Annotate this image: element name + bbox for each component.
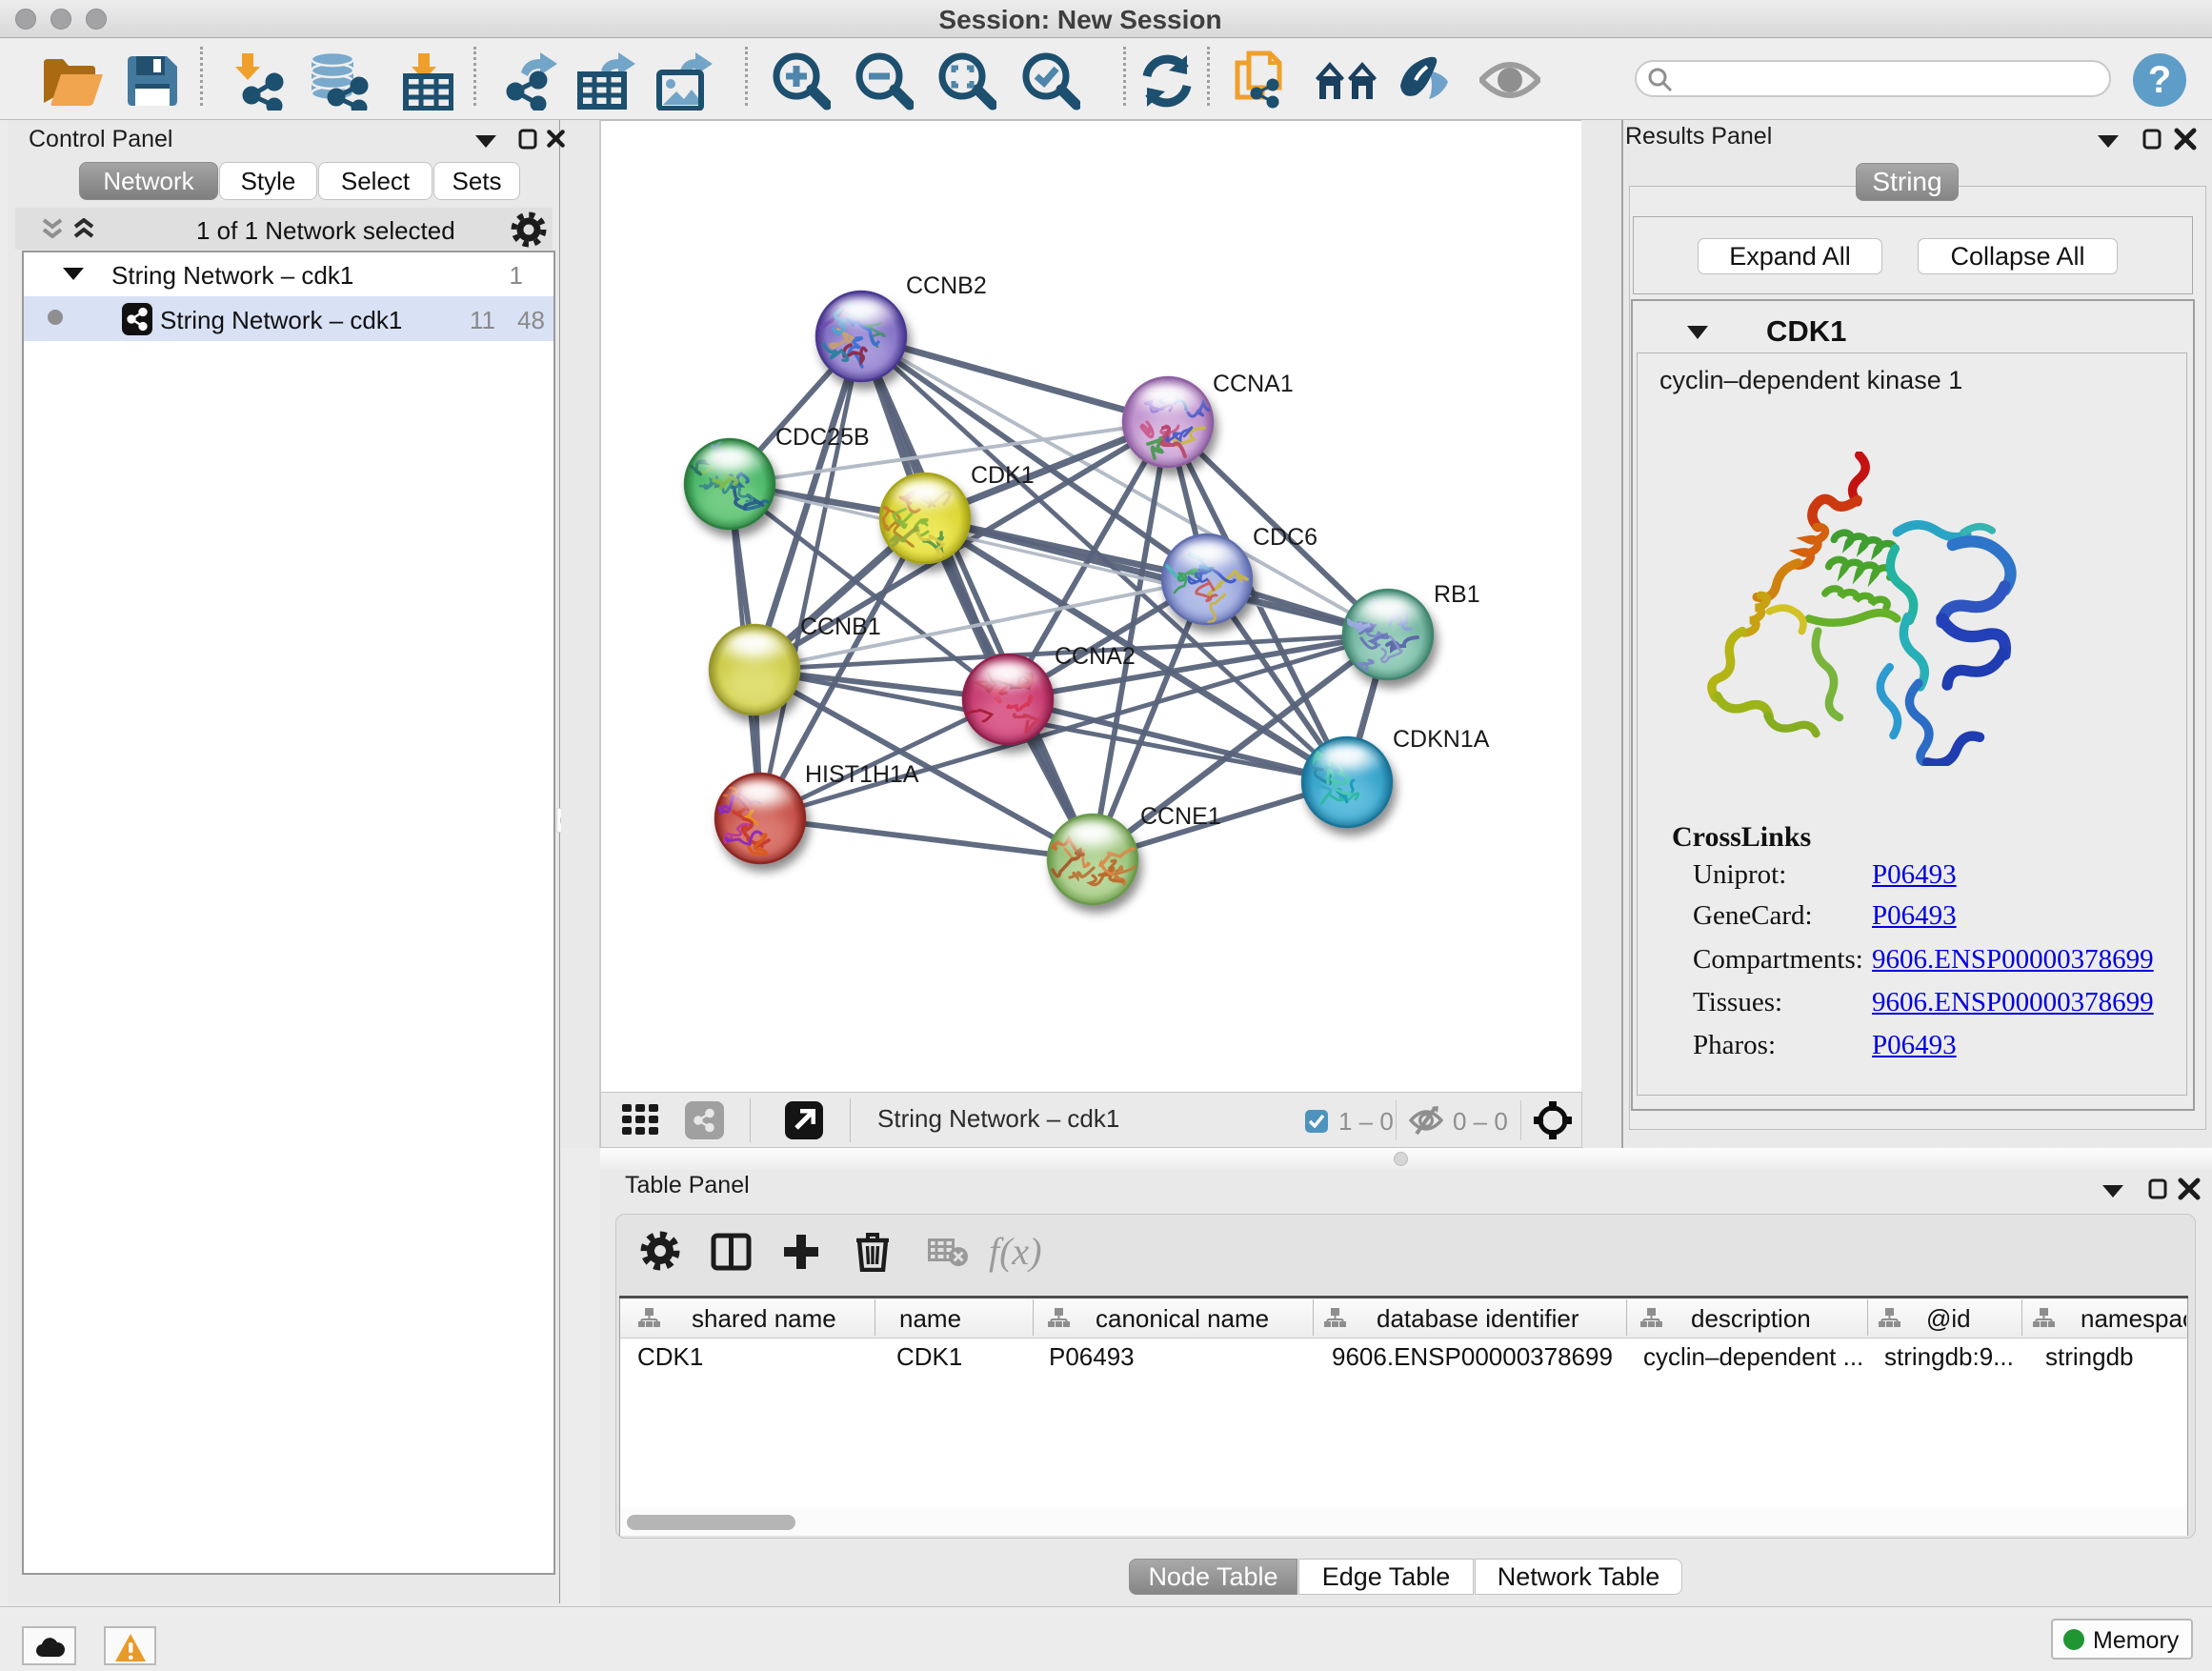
svg-text:RB1: RB1 bbox=[1434, 581, 1480, 608]
svg-text:CDKN1A: CDKN1A bbox=[1393, 726, 1490, 753]
svg-text:CDC25B: CDC25B bbox=[775, 424, 870, 451]
svg-text:CCNA1: CCNA1 bbox=[1213, 371, 1294, 397]
svg-text:HIST1H1A: HIST1H1A bbox=[805, 761, 919, 788]
svg-text:CDK1: CDK1 bbox=[971, 462, 1035, 489]
svg-text:?: ? bbox=[2148, 59, 2171, 101]
svg-text:CCNB1: CCNB1 bbox=[800, 614, 881, 640]
svg-text:CCNB2: CCNB2 bbox=[906, 272, 987, 299]
svg-text:CCNA2: CCNA2 bbox=[1055, 643, 1136, 670]
svg-text:CDC6: CDC6 bbox=[1253, 524, 1317, 551]
svg-text:CCNE1: CCNE1 bbox=[1140, 803, 1221, 830]
